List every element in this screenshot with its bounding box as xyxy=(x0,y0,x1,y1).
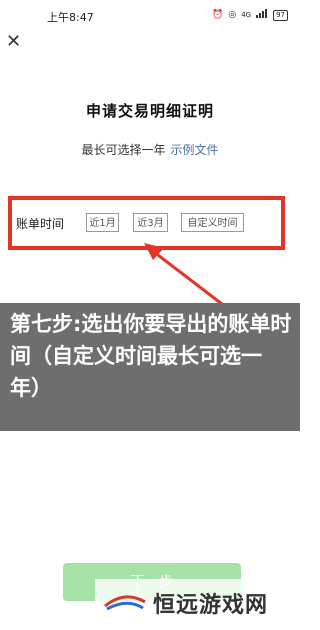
instruction-annotation: 第七步:选出你要导出的账单时间（自定义时间最长可选一年） xyxy=(0,303,300,431)
watermark: 恒远游戏网 xyxy=(95,579,295,627)
bill-time-label: 账单时间 xyxy=(16,217,65,231)
watermark-text: 恒远游戏网 xyxy=(153,592,269,618)
alarm-icon: ⏰ xyxy=(212,10,224,20)
signal-icon xyxy=(256,9,268,21)
subtitle: 最长可选择一年 示例文件 xyxy=(0,141,300,158)
subtitle-text: 最长可选择一年 xyxy=(81,143,166,157)
range-option-custom[interactable]: 自定义时间 xyxy=(181,213,244,232)
arrow-icon xyxy=(144,243,223,306)
close-icon: ✕ xyxy=(6,31,22,52)
range-option-1-month[interactable]: 近1月 xyxy=(86,213,119,232)
battery-icon: 97 xyxy=(273,9,288,21)
sample-file-link[interactable]: 示例文件 xyxy=(171,143,219,157)
status-time: 上午8:47 xyxy=(47,11,94,24)
page-title: 申请交易明细证明 xyxy=(85,102,214,120)
range-option-3-months[interactable]: 近3月 xyxy=(133,213,168,232)
status-icons: ⏰ ◎ 4G 97 xyxy=(212,9,288,21)
status-bar: 上午8:47 ⏰ ◎ 4G 97 xyxy=(0,0,300,30)
network-label: 4G xyxy=(241,11,252,19)
watermark-logo-icon xyxy=(104,595,146,611)
close-button[interactable]: ✕ xyxy=(6,31,22,52)
mute-icon: ◎ xyxy=(228,10,237,20)
